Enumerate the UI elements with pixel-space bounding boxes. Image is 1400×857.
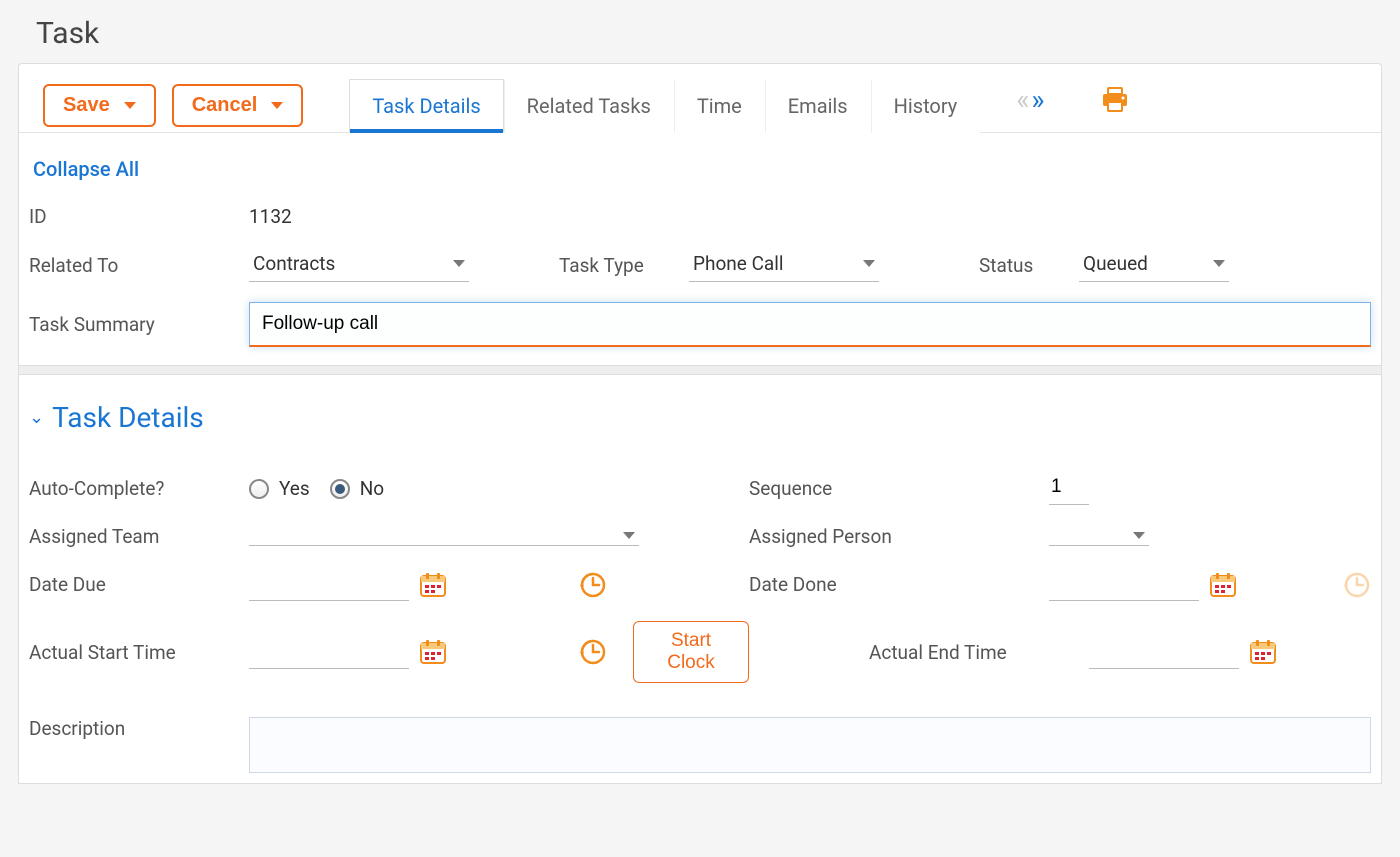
chevron-left-icon[interactable]: «	[1016, 86, 1029, 114]
start-clock-button[interactable]: Start Clock	[633, 621, 749, 683]
assigned-person-label: Assigned Person	[749, 525, 969, 548]
description-label: Description	[29, 717, 249, 740]
section-task-details-header[interactable]: ⌄ Task Details	[29, 375, 1371, 462]
task-summary-input[interactable]	[249, 302, 1371, 347]
row-id: ID 1132	[29, 195, 1371, 238]
tab-related-tasks[interactable]: Related Tasks	[504, 79, 674, 133]
related-to-label: Related To	[29, 254, 249, 277]
chevron-right-icon[interactable]: »	[1031, 86, 1044, 114]
print-icon[interactable]	[1101, 87, 1129, 123]
date-due-label: Date Due	[29, 573, 249, 596]
auto-complete-label: Auto-Complete?	[29, 477, 249, 500]
date-done-label: Date Done	[749, 573, 969, 596]
page-title: Task	[0, 0, 1400, 63]
chevron-down-icon	[623, 532, 635, 539]
cancel-button-label: Cancel	[192, 94, 258, 117]
tab-time[interactable]: Time	[674, 79, 765, 133]
assigned-person-select[interactable]	[1049, 528, 1149, 546]
row-description: Description	[29, 693, 1371, 783]
description-input[interactable]	[249, 717, 1371, 773]
task-type-value: Phone Call	[693, 252, 784, 275]
actual-start-input[interactable]	[249, 636, 409, 669]
form-body: Collapse All ID 1132 Related To Contract…	[19, 133, 1381, 783]
clock-history-icon[interactable]	[577, 570, 607, 600]
assigned-team-label: Assigned Team	[29, 525, 249, 548]
chevron-down-icon	[1213, 260, 1225, 267]
sequence-label: Sequence	[749, 477, 969, 500]
date-due-input[interactable]	[249, 568, 409, 601]
tab-bar: Task Details Related Tasks Time Emails H…	[349, 78, 980, 132]
clock-history-icon[interactable]	[577, 637, 607, 667]
tab-emails[interactable]: Emails	[765, 79, 871, 133]
chevron-down-icon: ⌄	[29, 407, 44, 428]
actual-end-input[interactable]	[1089, 636, 1239, 669]
chevron-down-icon	[453, 260, 465, 267]
assigned-team-select[interactable]	[249, 528, 639, 546]
tab-history[interactable]: History	[871, 79, 981, 133]
row-autocomplete-sequence: Auto-Complete? Yes No Sequence	[29, 462, 1371, 515]
auto-complete-no-radio[interactable]	[330, 479, 350, 499]
calendar-icon[interactable]	[419, 572, 447, 598]
auto-complete-radio-group: Yes No	[249, 477, 394, 500]
row-assigned: Assigned Team Assigned Person	[29, 515, 1371, 558]
actual-start-label: Actual Start Time	[29, 641, 249, 664]
cancel-button[interactable]: Cancel	[172, 84, 304, 127]
tab-scroll-nav: « »	[1016, 86, 1044, 124]
calendar-icon[interactable]	[1209, 572, 1237, 598]
row-related: Related To Contracts Task Type Phone Cal…	[29, 238, 1371, 292]
clock-history-icon[interactable]	[1341, 570, 1371, 600]
section-divider	[19, 365, 1381, 375]
id-label: ID	[29, 205, 249, 228]
row-dates: Date Due Date Done	[29, 558, 1371, 611]
collapse-all-link[interactable]: Collapse All	[29, 151, 1371, 195]
sequence-input[interactable]	[1049, 472, 1089, 505]
toolbar: Save Cancel Task Details Related Tasks T…	[19, 64, 1381, 133]
chevron-down-icon	[863, 260, 875, 267]
task-type-select[interactable]: Phone Call	[689, 248, 879, 282]
auto-complete-no-label: No	[360, 477, 384, 500]
id-value: 1132	[249, 205, 292, 228]
date-done-input[interactable]	[1049, 568, 1199, 601]
auto-complete-yes-label: Yes	[279, 477, 310, 500]
tab-task-details[interactable]: Task Details	[349, 79, 503, 133]
related-to-select[interactable]: Contracts	[249, 248, 469, 282]
chevron-down-icon	[124, 102, 136, 109]
status-label: Status	[979, 254, 1079, 277]
row-actual-times: Actual Start Time Start Clock Actual End…	[29, 611, 1371, 693]
task-summary-label: Task Summary	[29, 313, 249, 336]
auto-complete-yes-radio[interactable]	[249, 479, 269, 499]
row-task-summary: Task Summary	[29, 292, 1371, 357]
status-select[interactable]: Queued	[1079, 248, 1229, 282]
save-button-label: Save	[63, 94, 110, 117]
section-title: Task Details	[52, 401, 204, 434]
chevron-down-icon	[1133, 532, 1145, 539]
actual-end-label: Actual End Time	[869, 641, 1089, 664]
save-button[interactable]: Save	[43, 84, 156, 127]
calendar-icon[interactable]	[419, 639, 447, 665]
chevron-down-icon	[271, 102, 283, 109]
task-card: Save Cancel Task Details Related Tasks T…	[18, 63, 1382, 784]
calendar-icon[interactable]	[1249, 639, 1277, 665]
task-type-label: Task Type	[559, 254, 689, 277]
status-value: Queued	[1083, 252, 1148, 275]
related-to-value: Contracts	[253, 252, 335, 275]
